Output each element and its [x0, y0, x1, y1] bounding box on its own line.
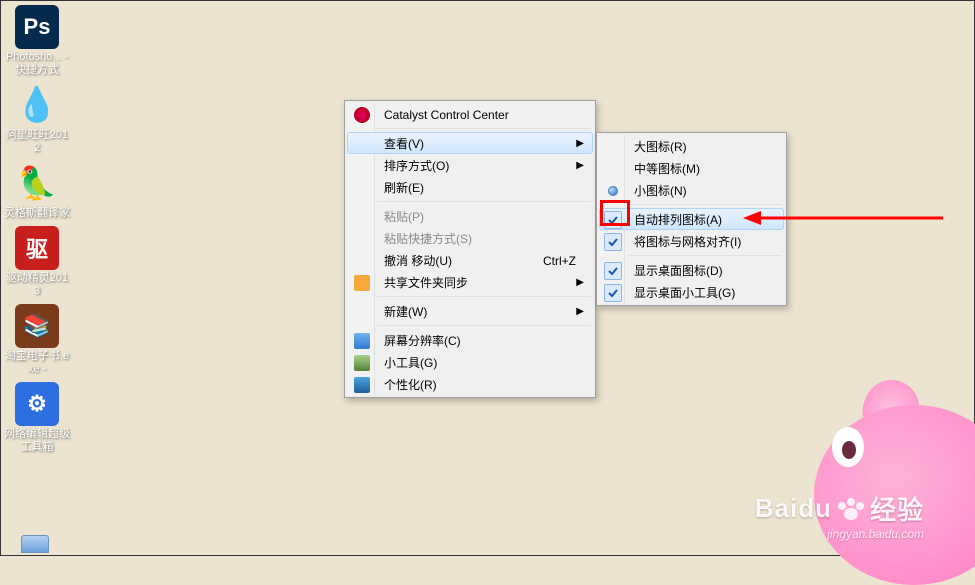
- watermark: Baidu 经验 jingyan.baidu.com: [755, 490, 924, 541]
- desktop-icon-photoshop[interactable]: Ps Photosho... - 快捷方式: [1, 5, 73, 77]
- menu-item-label: 查看(V): [384, 137, 424, 151]
- menu-separator: [377, 296, 591, 297]
- menu-item-label: Catalyst Control Center: [384, 108, 509, 122]
- desktop-icon-label: Photosho... - 快捷方式: [1, 51, 73, 77]
- menu-item-refresh[interactable]: 刷新(E): [347, 176, 593, 198]
- menu-item-label: 粘贴快捷方式(S): [384, 232, 472, 246]
- lingoes-icon: 🦜: [15, 161, 59, 205]
- menu-item-label: 新建(W): [384, 305, 427, 319]
- desktop-icon-taobao-ebook[interactable]: 📚 淘宝电子书.exe -: [1, 304, 73, 376]
- desktop-context-menu: Catalyst Control Center 查看(V) ▶ 排序方式(O) …: [344, 100, 596, 398]
- desktop-icon-label: 驱动精灵2013: [1, 272, 73, 298]
- gadget-icon: [354, 355, 370, 371]
- menu-item-paste-shortcut: 粘贴快捷方式(S): [347, 227, 593, 249]
- submenu-item-align-grid[interactable]: 将图标与网格对齐(I): [599, 230, 784, 252]
- menu-item-label: 个性化(R): [384, 378, 437, 392]
- desktop-icon-label: 阿里旺旺2012: [1, 129, 73, 155]
- menu-item-undo-move[interactable]: 撤消 移动(U) Ctrl+Z: [347, 249, 593, 271]
- menu-item-label: 屏幕分辨率(C): [384, 334, 461, 348]
- menu-item-label: 粘贴(P): [384, 210, 424, 224]
- menu-item-shared-folder-sync[interactable]: 共享文件夹同步 ▶: [347, 271, 593, 293]
- menu-item-label: 撤消 移动(U): [384, 254, 452, 268]
- submenu-item-label: 大图标(R): [634, 140, 687, 154]
- menu-item-new[interactable]: 新建(W) ▶: [347, 300, 593, 322]
- checkmark-icon: [604, 262, 622, 280]
- paw-icon: [838, 498, 864, 520]
- desktop-icon-label: 网络编辑超级工具箱: [1, 428, 73, 454]
- menu-item-label: 刷新(E): [384, 181, 424, 195]
- menu-separator: [377, 201, 591, 202]
- desktop-icon-label: 淘宝电子书.exe -: [1, 350, 73, 376]
- ccc-icon: [354, 107, 370, 123]
- submenu-arrow-icon: ▶: [576, 133, 584, 155]
- menu-item-label: 小工具(G): [384, 356, 437, 370]
- annotation-arrow-icon: [743, 208, 943, 228]
- desktop-icon-label: 灵格斯翻译家: [1, 207, 73, 220]
- monitor-icon: [354, 333, 370, 349]
- taobao-ebook-icon: 📚: [15, 304, 59, 348]
- submenu-item-large-icons[interactable]: 大图标(R): [599, 135, 784, 157]
- desktop-icon-web-editor[interactable]: ⚙ 网络编辑超级工具箱: [1, 382, 73, 454]
- photoshop-icon: Ps: [15, 5, 59, 49]
- menu-item-label: 共享文件夹同步: [384, 276, 468, 290]
- menu-separator: [377, 128, 591, 129]
- checkmark-icon: [604, 233, 622, 251]
- submenu-item-label: 显示桌面图标(D): [634, 264, 723, 278]
- menu-item-gadgets[interactable]: 小工具(G): [347, 351, 593, 373]
- menu-separator: [629, 255, 782, 256]
- web-editor-icon: ⚙: [15, 382, 59, 426]
- menu-item-label: 排序方式(O): [384, 159, 449, 173]
- menu-item-hotkey: Ctrl+Z: [543, 250, 576, 272]
- submenu-item-show-gadgets[interactable]: 显示桌面小工具(G): [599, 281, 784, 303]
- menu-item-sort[interactable]: 排序方式(O) ▶: [347, 154, 593, 176]
- desktop-icons-column: Ps Photosho... - 快捷方式 💧 阿里旺旺2012 🦜 灵格斯翻译…: [1, 1, 76, 460]
- personalize-icon: [354, 377, 370, 393]
- menu-separator: [629, 204, 782, 205]
- submenu-item-label: 将图标与网格对齐(I): [634, 235, 741, 249]
- submenu-item-label: 显示桌面小工具(G): [634, 286, 735, 300]
- menu-item-screen-resolution[interactable]: 屏幕分辨率(C): [347, 329, 593, 351]
- submenu-item-label: 自动排列图标(A): [634, 213, 722, 227]
- menu-item-catalyst-control-center[interactable]: Catalyst Control Center: [347, 103, 593, 125]
- menu-item-view[interactable]: 查看(V) ▶: [347, 132, 593, 154]
- desktop-icon-driver-genius[interactable]: 驱 驱动精灵2013: [1, 226, 73, 298]
- submenu-item-medium-icons[interactable]: 中等图标(M): [599, 157, 784, 179]
- desktop-icon-aliwangwang[interactable]: 💧 阿里旺旺2012: [1, 83, 73, 155]
- submenu-arrow-icon: ▶: [576, 155, 584, 177]
- menu-separator: [377, 325, 591, 326]
- watermark-url: jingyan.baidu.com: [755, 527, 924, 541]
- baidu-brand: Baidu: [755, 493, 832, 524]
- partial-doc-icon[interactable]: [21, 535, 49, 553]
- sync-icon: [354, 275, 370, 291]
- submenu-arrow-icon: ▶: [576, 272, 584, 294]
- radio-selected-icon: [608, 186, 618, 196]
- watermark-suffix: 经验: [870, 490, 924, 527]
- checkmark-icon: [604, 284, 622, 302]
- annotation-highlight-box: [600, 200, 630, 226]
- menu-item-personalize[interactable]: 个性化(R): [347, 373, 593, 395]
- submenu-item-label: 中等图标(M): [634, 162, 700, 176]
- desktop-icon-lingoes[interactable]: 🦜 灵格斯翻译家: [1, 161, 73, 220]
- submenu-item-show-desktop-icons[interactable]: 显示桌面图标(D): [599, 259, 784, 281]
- menu-item-paste: 粘贴(P): [347, 205, 593, 227]
- aliwangwang-icon: 💧: [15, 83, 59, 127]
- driver-genius-icon: 驱: [15, 226, 59, 270]
- submenu-item-label: 小图标(N): [634, 184, 687, 198]
- submenu-arrow-icon: ▶: [576, 301, 584, 323]
- submenu-item-small-icons[interactable]: 小图标(N): [599, 179, 784, 201]
